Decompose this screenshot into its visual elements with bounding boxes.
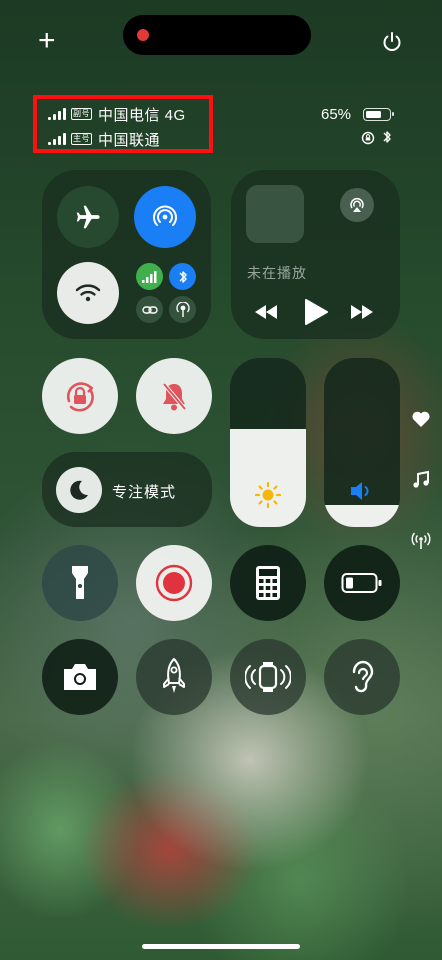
orientation-lock-icon [361, 131, 375, 150]
bluetooth-status-icon [382, 129, 392, 150]
fast-forward-icon [351, 305, 373, 319]
focus-mode-button[interactable]: 专注模式 [42, 452, 212, 527]
calculator-icon [256, 566, 280, 600]
volume-slider[interactable] [324, 358, 400, 527]
hearing-button[interactable] [324, 639, 400, 715]
play-button[interactable] [303, 298, 329, 331]
album-art-placeholder [246, 185, 304, 243]
bell-slash-icon [162, 382, 187, 411]
rewind-icon [255, 305, 277, 319]
brightness-slider[interactable] [230, 358, 306, 527]
airplane-icon [76, 205, 100, 229]
battery-icon [363, 108, 394, 121]
favorite-heart-icon [411, 410, 431, 433]
focus-label: 专注模式 [112, 484, 177, 501]
airplay-icon [350, 198, 364, 212]
flashlight-icon [72, 566, 88, 599]
watch-ping-icon [245, 662, 291, 692]
airdrop-icon [153, 205, 177, 226]
bluetooth-icon [178, 270, 187, 283]
orientation-lock-toggle[interactable] [42, 358, 118, 434]
cellular-icon [142, 270, 157, 283]
annotation-highlight-box [33, 95, 213, 153]
moon-icon [70, 480, 88, 500]
personal-hotspot-toggle[interactable] [136, 296, 163, 323]
silent-mode-toggle[interactable] [136, 358, 212, 434]
previous-track-button[interactable] [253, 303, 279, 326]
power-icon [383, 32, 401, 51]
battery-icon [341, 573, 382, 593]
focus-icon-circle [56, 467, 102, 513]
satellite-icon [175, 301, 190, 317]
camera-icon [64, 664, 96, 690]
wifi-icon [75, 284, 101, 302]
cellular-data-toggle[interactable] [136, 263, 163, 290]
add-control-button[interactable]: + [38, 26, 56, 56]
low-power-mode-button[interactable] [324, 545, 400, 621]
airplane-mode-toggle[interactable] [57, 186, 119, 248]
home-indicator[interactable] [142, 944, 300, 949]
rocket-icon [163, 658, 185, 693]
airdrop-toggle[interactable] [134, 186, 196, 248]
music-note-icon [411, 470, 431, 495]
speaker-icon [351, 482, 369, 500]
dynamic-island [123, 15, 311, 55]
launch-shortcut-button[interactable] [136, 639, 212, 715]
power-button[interactable] [380, 30, 404, 54]
broadcast-signal-icon [411, 531, 431, 556]
camera-button[interactable] [42, 639, 118, 715]
brightness-level-fill [230, 428, 306, 527]
sun-icon [254, 481, 282, 509]
wifi-toggle[interactable] [57, 262, 119, 324]
bluetooth-toggle[interactable] [169, 263, 196, 290]
rotation-lock-icon [67, 382, 94, 412]
battery-percentage: 65% [321, 106, 352, 123]
play-icon [305, 299, 328, 325]
link-icon [141, 305, 158, 314]
calculator-button[interactable] [230, 545, 306, 621]
ear-icon [352, 660, 374, 693]
record-icon [155, 564, 193, 602]
next-track-button[interactable] [349, 303, 375, 326]
volume-level-fill [324, 505, 400, 527]
satellite-toggle[interactable] [169, 296, 196, 323]
airplay-button[interactable] [340, 188, 374, 222]
ping-watch-button[interactable] [230, 639, 306, 715]
recording-indicator [137, 29, 149, 41]
screen-recording-button[interactable] [136, 545, 212, 621]
now-playing-label: 未在播放 [247, 265, 307, 281]
flashlight-button[interactable] [42, 545, 118, 621]
